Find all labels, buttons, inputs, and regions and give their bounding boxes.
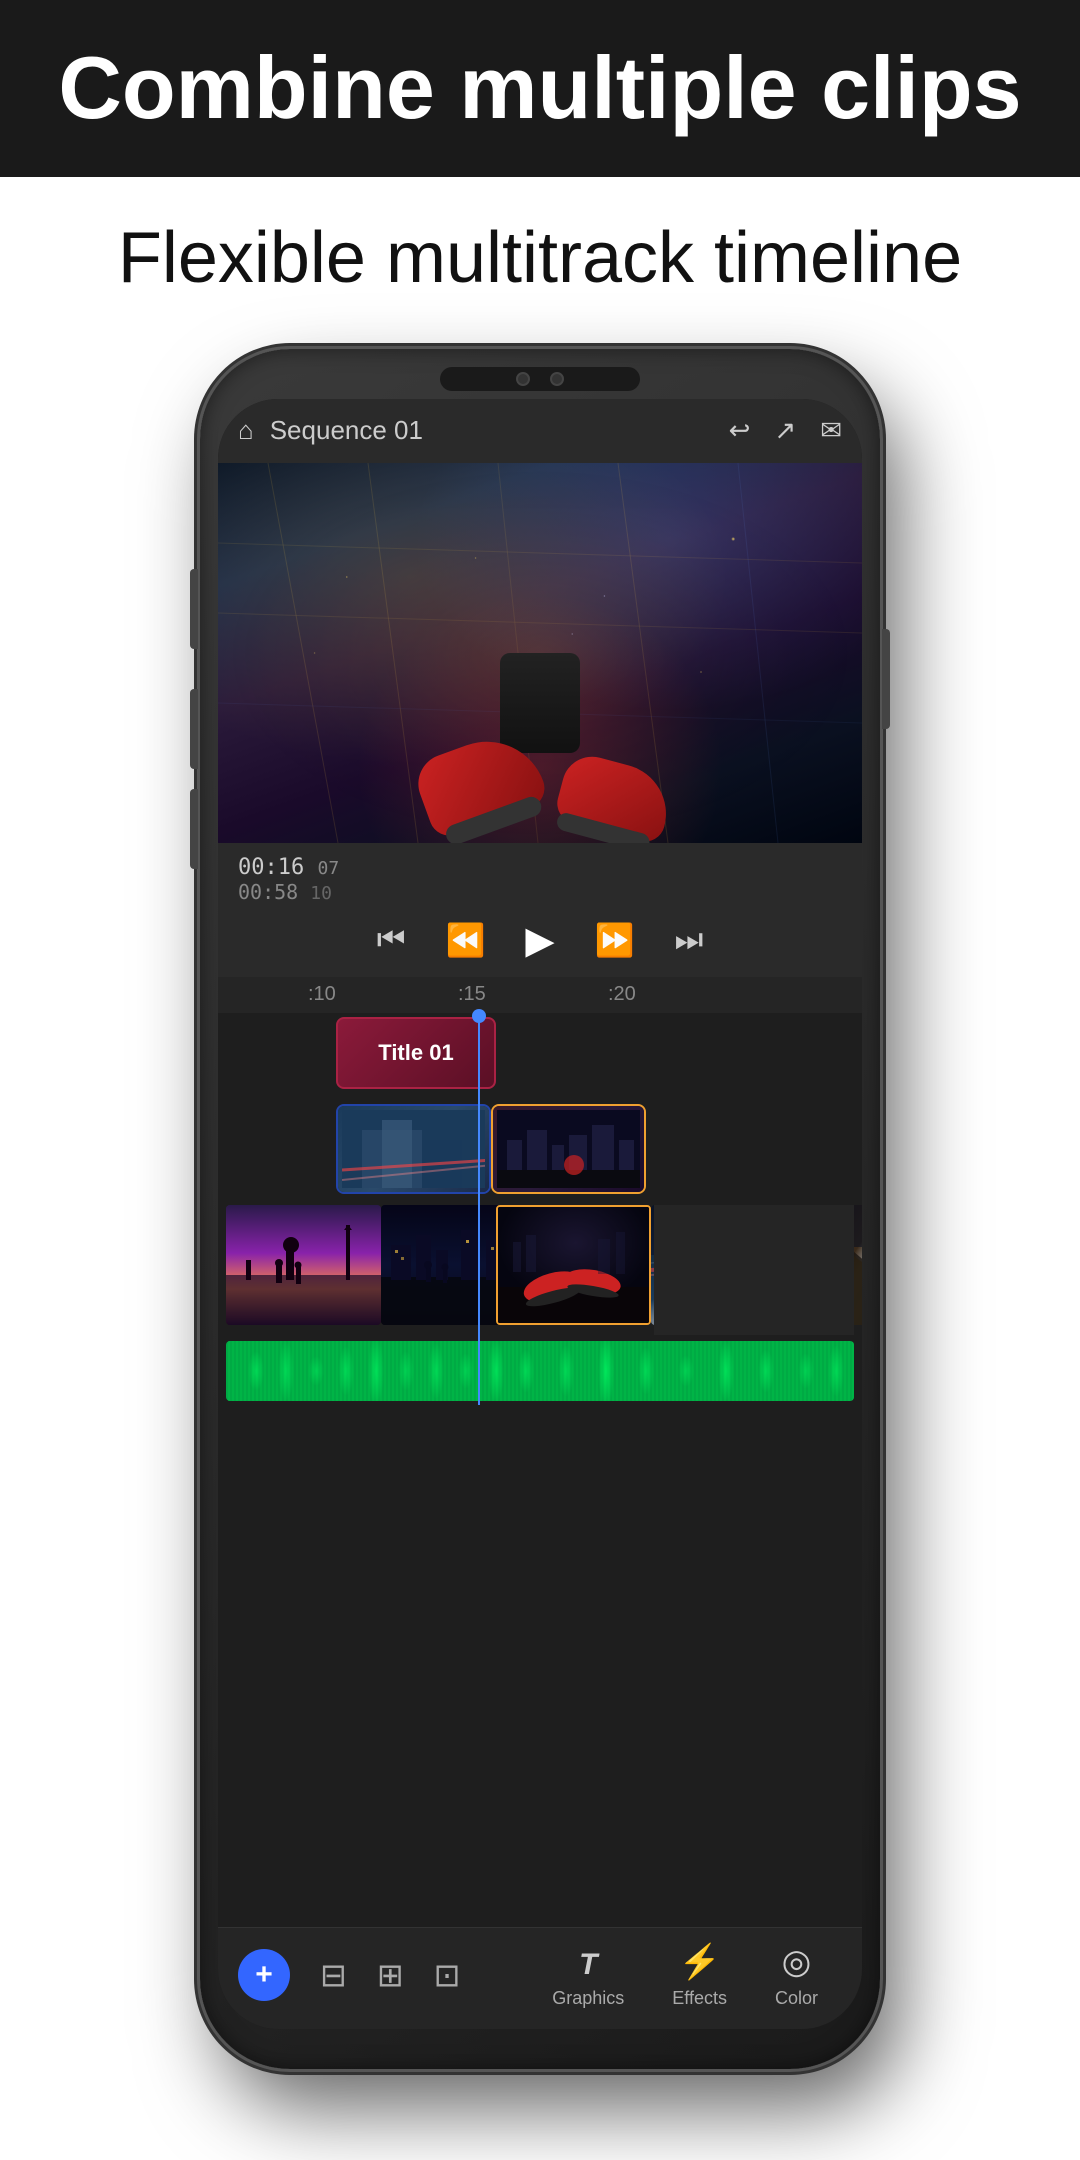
legs bbox=[500, 653, 580, 753]
playback-section: 00:16 07 00:58 10 ⏮ ⏪ ▶ ⏩ ⏭ bbox=[218, 843, 862, 977]
color-icon: ◎ bbox=[782, 1942, 812, 1982]
main-clip-1[interactable] bbox=[226, 1205, 381, 1325]
clip-thumbnail-3 bbox=[498, 1207, 649, 1323]
broll-visual-2 bbox=[497, 1110, 640, 1188]
tracks-container: Title 01 bbox=[218, 1013, 862, 1405]
toolbar-tabs: T Graphics ⚡ Effects ◎ Color bbox=[528, 1942, 842, 2009]
tab-graphics[interactable]: T Graphics bbox=[528, 1948, 648, 2009]
timeline-ruler: :10 :15 :20 bbox=[218, 977, 862, 1013]
step-back-button[interactable]: ⏪ bbox=[446, 921, 486, 959]
play-button[interactable]: ▶ bbox=[525, 918, 554, 963]
chat-icon[interactable]: ✉ bbox=[820, 415, 842, 446]
broll-clip-2[interactable] bbox=[491, 1104, 646, 1194]
split-icon[interactable]: ⊟ bbox=[320, 1956, 347, 1994]
city-sunset-visual bbox=[226, 1205, 381, 1325]
total-time: 00:58 10 bbox=[238, 880, 842, 904]
track-empty-space bbox=[654, 1205, 854, 1335]
waveform-visualization bbox=[226, 1341, 854, 1401]
broll-thumb-1 bbox=[338, 1106, 489, 1192]
broll-track bbox=[226, 1099, 854, 1199]
undo-icon[interactable]: ↩ bbox=[729, 415, 751, 446]
top-bar: ⌂ Sequence 01 ↩ ↗ ✉ bbox=[218, 399, 862, 463]
add-clip-button[interactable]: + bbox=[238, 1949, 290, 2001]
header-banner: Combine multiple clips bbox=[0, 0, 1080, 177]
bottom-toolbar: + ⊟ ⊞ ⊡ T Graphics ⚡ Effects bbox=[218, 1927, 862, 2029]
broll-visual-1 bbox=[342, 1110, 485, 1188]
step-forward-button[interactable]: ⏩ bbox=[595, 921, 635, 959]
phone-wrapper: ⌂ Sequence 01 ↩ ↗ ✉ bbox=[0, 329, 1080, 2069]
main-title: Combine multiple clips bbox=[58, 40, 1021, 137]
skip-to-end-button[interactable]: ⏭ bbox=[674, 921, 703, 959]
clip-thumbnail-1 bbox=[226, 1205, 381, 1325]
home-icon[interactable]: ⌂ bbox=[238, 415, 254, 446]
title-track: Title 01 bbox=[226, 1013, 854, 1093]
tab-color[interactable]: ◎ Color bbox=[751, 1942, 842, 2009]
plus-icon: + bbox=[255, 1958, 273, 1992]
playhead[interactable] bbox=[478, 1013, 480, 1405]
broll-clip-1[interactable] bbox=[336, 1104, 491, 1194]
ruler-mark-20: :20 bbox=[608, 983, 636, 1006]
skip-to-start-button[interactable]: ⏮ bbox=[377, 921, 406, 959]
phone-screen: ⌂ Sequence 01 ↩ ↗ ✉ bbox=[218, 399, 862, 2029]
toolbar-left-actions: + ⊟ ⊞ ⊡ bbox=[238, 1949, 460, 2001]
video-preview bbox=[218, 463, 862, 843]
main-clip-3[interactable] bbox=[496, 1205, 651, 1325]
main-track bbox=[226, 1205, 854, 1335]
share-icon[interactable]: ↗ bbox=[774, 415, 796, 446]
effects-icon: ⚡ bbox=[678, 1942, 720, 1982]
color-label: Color bbox=[775, 1988, 818, 2009]
sneaker-right bbox=[553, 750, 677, 843]
sequence-title: Sequence 01 bbox=[270, 415, 729, 446]
audio-track bbox=[226, 1341, 854, 1405]
tab-effects[interactable]: ⚡ Effects bbox=[648, 1942, 751, 2009]
current-frame: 07 bbox=[317, 858, 339, 879]
title-clip-label: Title 01 bbox=[378, 1040, 453, 1066]
phone-device: ⌂ Sequence 01 ↩ ↗ ✉ bbox=[200, 349, 880, 2069]
ruler-mark-10: :10 bbox=[308, 983, 336, 1006]
top-bar-actions: ↩ ↗ ✉ bbox=[729, 415, 842, 446]
effects-label: Effects bbox=[672, 1988, 727, 2009]
graphics-icon: T bbox=[579, 1948, 597, 1982]
subtitle: Flexible multitrack timeline bbox=[0, 177, 1080, 329]
person-air-visual bbox=[498, 1207, 649, 1323]
speaker-dot bbox=[550, 372, 564, 386]
cut-icon[interactable]: ⊡ bbox=[434, 1956, 461, 1994]
graphics-label: Graphics bbox=[552, 1988, 624, 2009]
audio-waveform bbox=[226, 1341, 854, 1401]
time-display: 00:16 07 00:58 10 bbox=[238, 855, 842, 904]
broll-thumb-2 bbox=[493, 1106, 644, 1192]
front-camera bbox=[516, 372, 530, 386]
ruler-mark-15: :15 bbox=[458, 983, 486, 1006]
phone-notch bbox=[440, 367, 640, 391]
timeline-section[interactable]: :10 :15 :20 Title 01 bbox=[218, 977, 862, 1927]
title-clip[interactable]: Title 01 bbox=[336, 1017, 496, 1089]
playback-controls: ⏮ ⏪ ▶ ⏩ ⏭ bbox=[238, 912, 842, 969]
person-silhouette bbox=[390, 623, 690, 843]
trim-icon[interactable]: ⊞ bbox=[377, 1956, 404, 1994]
current-time: 00:16 07 bbox=[238, 855, 842, 880]
